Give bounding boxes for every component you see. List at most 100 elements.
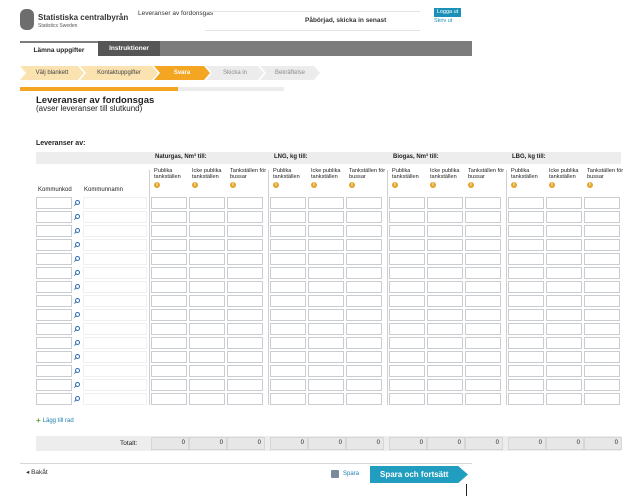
value-input[interactable] <box>546 351 582 363</box>
value-input[interactable] <box>151 351 187 363</box>
save-link[interactable]: Spara <box>343 471 359 477</box>
info-icon[interactable]: i <box>587 181 593 188</box>
step-valj-blankett[interactable]: Välj blankett <box>20 66 84 80</box>
value-input[interactable] <box>346 239 382 251</box>
value-input[interactable] <box>389 323 425 335</box>
search-icon[interactable] <box>74 214 80 220</box>
value-input[interactable] <box>508 365 544 377</box>
value-input[interactable] <box>270 393 306 405</box>
kommunkod-input[interactable] <box>36 197 72 209</box>
value-input[interactable] <box>389 365 425 377</box>
value-input[interactable] <box>427 337 463 349</box>
value-input[interactable] <box>227 365 263 377</box>
value-input[interactable] <box>546 225 582 237</box>
value-input[interactable] <box>189 323 225 335</box>
value-input[interactable] <box>465 309 501 321</box>
value-input[interactable] <box>346 267 382 279</box>
info-icon[interactable]: i <box>468 181 474 188</box>
value-input[interactable] <box>346 379 382 391</box>
value-input[interactable] <box>584 295 620 307</box>
info-icon[interactable]: i <box>192 181 198 188</box>
kommunkod-input[interactable] <box>36 323 72 335</box>
back-button[interactable]: ◂ Bakåt <box>26 468 48 476</box>
value-input[interactable] <box>546 337 582 349</box>
value-input[interactable] <box>584 351 620 363</box>
value-input[interactable] <box>546 211 582 223</box>
value-input[interactable] <box>308 197 344 209</box>
value-input[interactable] <box>227 281 263 293</box>
kommunkod-input[interactable] <box>36 239 72 251</box>
info-icon[interactable]: i <box>392 181 398 188</box>
value-input[interactable] <box>270 351 306 363</box>
value-input[interactable] <box>427 281 463 293</box>
value-input[interactable] <box>584 379 620 391</box>
value-input[interactable] <box>584 323 620 335</box>
value-input[interactable] <box>346 393 382 405</box>
search-icon[interactable] <box>74 382 80 388</box>
value-input[interactable] <box>508 281 544 293</box>
info-icon[interactable]: i <box>311 181 317 188</box>
value-input[interactable] <box>227 295 263 307</box>
value-input[interactable] <box>389 267 425 279</box>
value-input[interactable] <box>270 365 306 377</box>
value-input[interactable] <box>584 211 620 223</box>
value-input[interactable] <box>584 281 620 293</box>
value-input[interactable] <box>308 295 344 307</box>
value-input[interactable] <box>508 309 544 321</box>
kommunkod-input[interactable] <box>36 225 72 237</box>
value-input[interactable] <box>584 197 620 209</box>
search-icon[interactable] <box>74 284 80 290</box>
value-input[interactable] <box>465 267 501 279</box>
info-icon[interactable]: i <box>154 181 160 188</box>
value-input[interactable] <box>427 253 463 265</box>
value-input[interactable] <box>189 211 225 223</box>
value-input[interactable] <box>584 393 620 405</box>
search-icon[interactable] <box>74 256 80 262</box>
value-input[interactable] <box>389 211 425 223</box>
value-input[interactable] <box>270 211 306 223</box>
kommunkod-input[interactable] <box>36 351 72 363</box>
value-input[interactable] <box>151 365 187 377</box>
value-input[interactable] <box>151 211 187 223</box>
value-input[interactable] <box>584 365 620 377</box>
search-icon[interactable] <box>74 270 80 276</box>
info-icon[interactable]: i <box>430 181 436 188</box>
tab-instruktioner[interactable]: Instruktioner <box>98 41 160 56</box>
value-input[interactable] <box>151 393 187 405</box>
value-input[interactable] <box>189 267 225 279</box>
value-input[interactable] <box>227 267 263 279</box>
value-input[interactable] <box>189 239 225 251</box>
value-input[interactable] <box>270 309 306 321</box>
value-input[interactable] <box>308 309 344 321</box>
value-input[interactable] <box>308 379 344 391</box>
value-input[interactable] <box>546 379 582 391</box>
value-input[interactable] <box>346 351 382 363</box>
value-input[interactable] <box>189 225 225 237</box>
value-input[interactable] <box>189 295 225 307</box>
value-input[interactable] <box>508 267 544 279</box>
value-input[interactable] <box>546 365 582 377</box>
value-input[interactable] <box>308 239 344 251</box>
value-input[interactable] <box>270 225 306 237</box>
value-input[interactable] <box>346 323 382 335</box>
value-input[interactable] <box>308 281 344 293</box>
value-input[interactable] <box>308 351 344 363</box>
search-icon[interactable] <box>74 228 80 234</box>
value-input[interactable] <box>465 281 501 293</box>
value-input[interactable] <box>465 365 501 377</box>
value-input[interactable] <box>308 393 344 405</box>
info-icon[interactable]: i <box>230 181 236 188</box>
value-input[interactable] <box>346 365 382 377</box>
kommunkod-input[interactable] <box>36 295 72 307</box>
value-input[interactable] <box>346 197 382 209</box>
value-input[interactable] <box>546 197 582 209</box>
value-input[interactable] <box>389 225 425 237</box>
value-input[interactable] <box>189 309 225 321</box>
value-input[interactable] <box>508 337 544 349</box>
value-input[interactable] <box>584 225 620 237</box>
value-input[interactable] <box>227 197 263 209</box>
value-input[interactable] <box>270 337 306 349</box>
value-input[interactable] <box>508 351 544 363</box>
value-input[interactable] <box>151 337 187 349</box>
value-input[interactable] <box>508 239 544 251</box>
